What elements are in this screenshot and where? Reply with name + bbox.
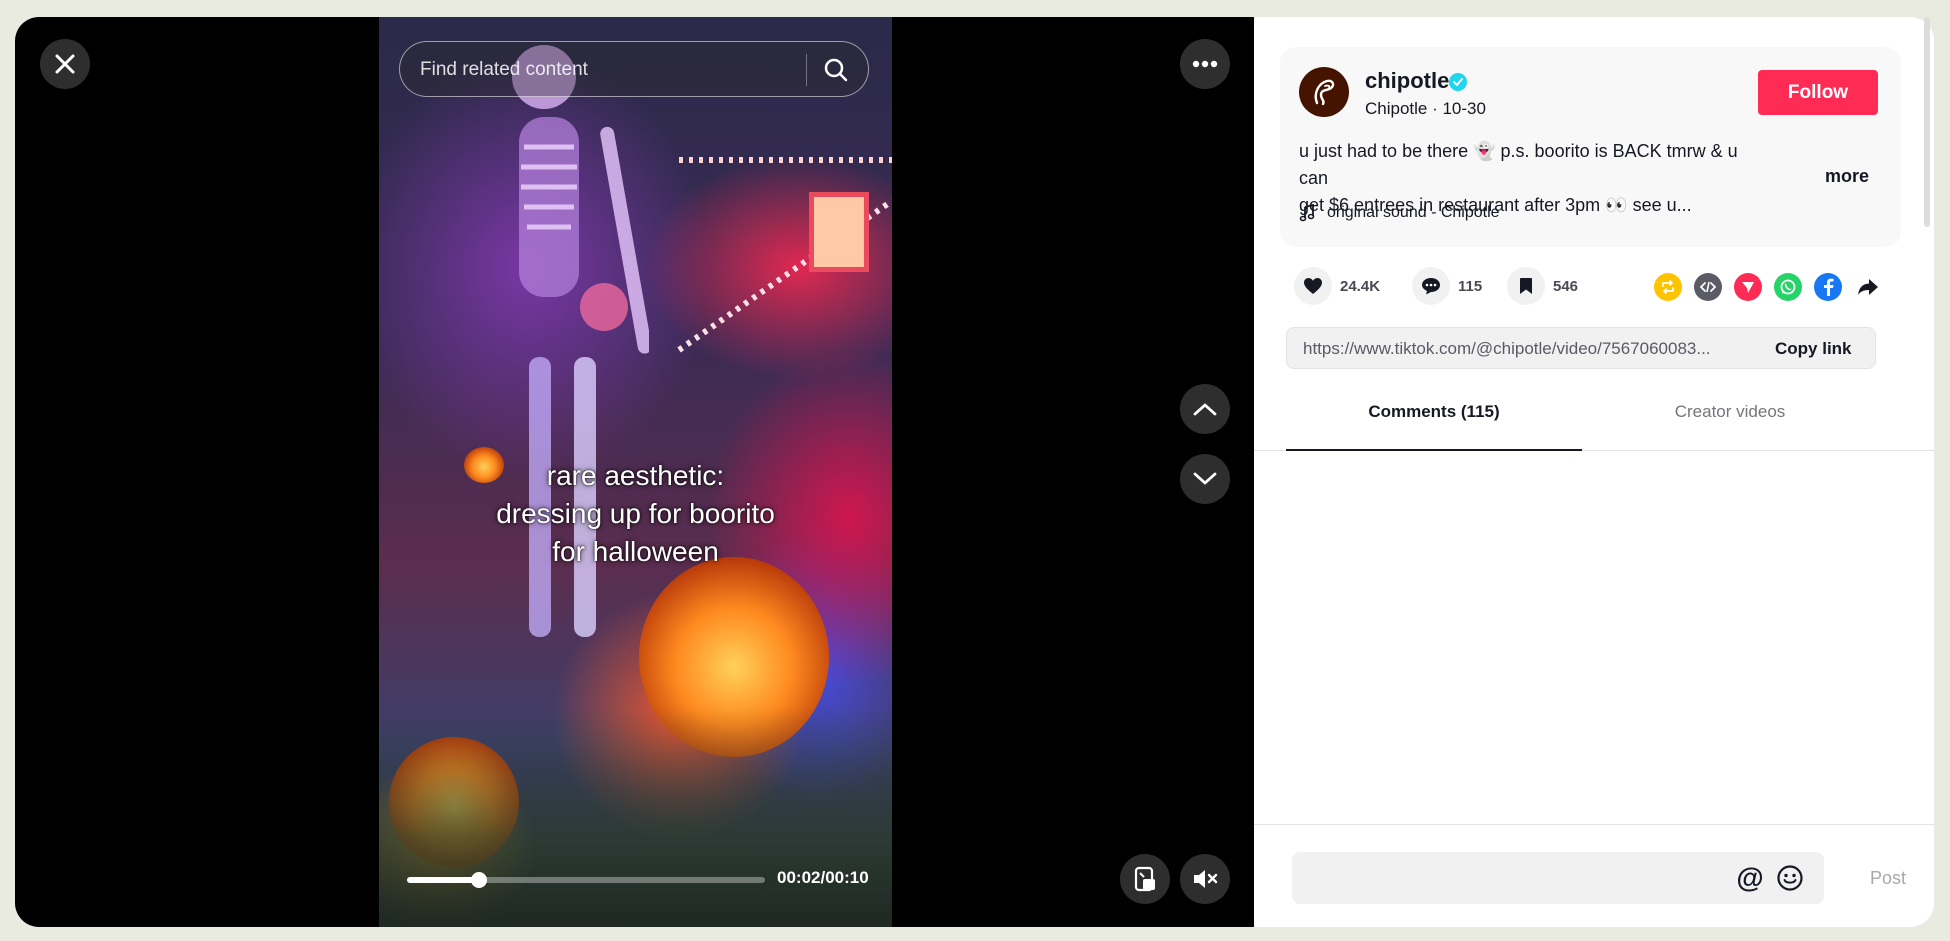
search-icon [824, 58, 848, 82]
video-scene-window [809, 192, 869, 272]
whatsapp-icon[interactable] [1774, 273, 1802, 301]
caption-line: dressing up for boorito [496, 498, 775, 529]
bookmark-icon [1507, 267, 1545, 305]
username[interactable]: chipotle [1365, 68, 1449, 94]
sound-name: original sound - Chipotle [1327, 204, 1500, 221]
comment-input[interactable] [1306, 852, 1710, 906]
author-subline: Chipotle · 10-30 [1365, 99, 1486, 118]
emoji-icon[interactable] [1776, 864, 1804, 892]
caption-line: rare aesthetic: [546, 460, 725, 491]
follow-button[interactable]: Follow [1758, 70, 1878, 115]
close-button[interactable] [40, 39, 90, 89]
mini-player-button[interactable] [1120, 854, 1170, 904]
mention-icon[interactable]: @ [1736, 862, 1764, 893]
volume-muted-icon [1194, 870, 1218, 888]
share-url[interactable]: https://www.tiktok.com/@chipotle/video/7… [1303, 339, 1753, 359]
tab-creator-videos[interactable]: Creator videos [1582, 392, 1878, 449]
video-scene-grass [379, 707, 892, 927]
video-scene-skeleton [512, 45, 649, 637]
video-player[interactable]: rare aesthetic: dressing up for boorito … [379, 17, 892, 927]
save-count: 546 [1553, 277, 1579, 295]
comment-button[interactable]: 115 [1412, 267, 1482, 305]
like-count: 24.4K [1340, 277, 1381, 295]
video-time: 00:02/00:10 [777, 868, 869, 887]
caption-line: for halloween [552, 536, 719, 567]
mini-player-icon [1134, 866, 1155, 892]
mute-button[interactable] [1180, 854, 1230, 904]
search-divider [806, 54, 807, 86]
more-options-button[interactable] [1180, 39, 1230, 89]
comment-input-box: @ [1292, 852, 1824, 906]
heart-icon [1294, 267, 1332, 305]
video-scene-lights [679, 157, 892, 163]
more-link[interactable]: more [1825, 166, 1869, 187]
facebook-icon[interactable] [1814, 273, 1842, 301]
avatar[interactable] [1299, 67, 1349, 117]
verified-badge-icon [1449, 73, 1467, 91]
video-progress-bar[interactable] [407, 872, 765, 888]
comment-count: 115 [1458, 277, 1483, 295]
video-caption: rare aesthetic: dressing up for boorito … [379, 457, 892, 571]
copy-link-button[interactable]: Copy link [1775, 339, 1852, 359]
repost-icon[interactable] [1654, 273, 1682, 301]
share-arrow-icon[interactable] [1854, 273, 1882, 301]
post-comment-button[interactable]: Post [1870, 868, 1906, 889]
save-button[interactable]: 546 [1507, 267, 1578, 305]
details-panel: chipotle Chipotle · 10-30 Follow u just … [1254, 17, 1934, 927]
previous-video-button[interactable] [1180, 384, 1230, 434]
tab-comments[interactable]: Comments (115) [1286, 392, 1582, 451]
post-info-card: chipotle Chipotle · 10-30 Follow u just … [1280, 47, 1901, 247]
chipotle-logo-icon [1314, 79, 1335, 106]
panel-scrollbar[interactable] [1924, 17, 1930, 227]
ellipsis-icon [1192, 60, 1218, 68]
engagement-bar: 24.4K 115 546 [1294, 267, 1914, 307]
chevron-down-icon [1193, 472, 1217, 485]
description-line: u just had to be there 👻 p.s. boorito is… [1299, 141, 1738, 188]
panel-tabs: Comments (115) Creator videos [1254, 392, 1934, 451]
comment-icon [1412, 267, 1450, 305]
related-search-box [399, 41, 869, 98]
search-button[interactable] [814, 48, 858, 92]
video-stage: rare aesthetic: dressing up for boorito … [15, 17, 1254, 927]
close-icon [55, 54, 75, 74]
related-search-input[interactable] [418, 42, 802, 98]
sound-link[interactable]: original sound - Chipotle [1299, 204, 1500, 222]
video-progress-handle[interactable] [470, 872, 487, 888]
app-window: rare aesthetic: dressing up for boorito … [15, 17, 1934, 927]
chevron-up-icon [1193, 403, 1217, 416]
embed-icon[interactable] [1694, 273, 1722, 301]
send-to-friends-icon[interactable] [1734, 273, 1762, 301]
like-button[interactable]: 24.4K [1294, 267, 1380, 305]
video-progress-fill [407, 877, 479, 883]
music-note-icon [1299, 204, 1315, 222]
next-video-button[interactable] [1180, 454, 1230, 504]
comment-composer: @ Post [1254, 824, 1934, 927]
share-link-field: https://www.tiktok.com/@chipotle/video/7… [1286, 327, 1876, 369]
